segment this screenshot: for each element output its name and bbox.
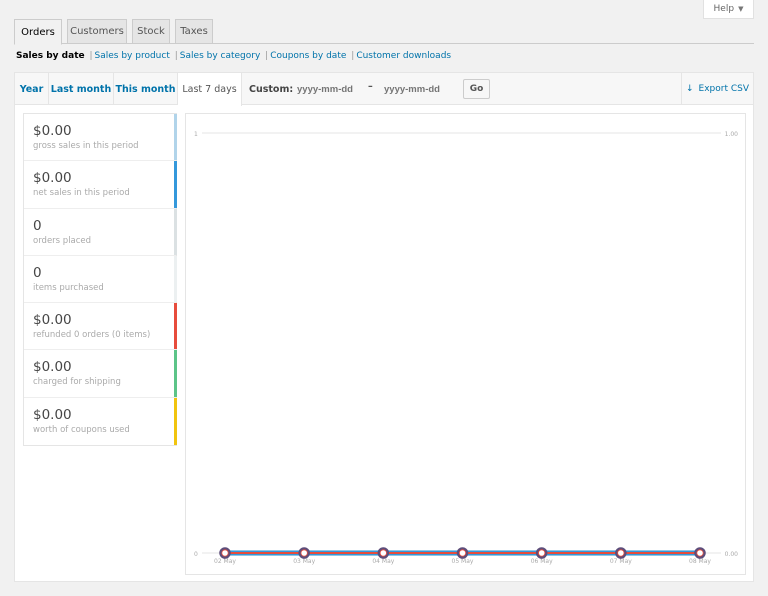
date-range-bar: Year Last month This month Last 7 days C… — [15, 73, 753, 106]
report-tabs: Orders Customers Stock Taxes — [14, 19, 754, 45]
legend-color-stripe — [174, 114, 177, 161]
legend-label: gross sales in this period — [33, 141, 139, 151]
subnav-link-sales-by-product[interactable]: Sales by product — [95, 51, 170, 61]
legend-color-stripe — [174, 397, 177, 446]
separator: | — [174, 51, 178, 61]
legend-item-net-sales[interactable]: $0.00 net sales in this period — [24, 161, 177, 209]
x-tick-label: 04 May — [372, 558, 394, 565]
legend-label: charged for shipping — [33, 377, 121, 388]
go-button[interactable]: Go — [463, 79, 490, 99]
x-tick-label: 03 May — [293, 558, 315, 565]
range-last-7-days[interactable]: Last 7 days — [178, 73, 242, 106]
legend-item-shipping[interactable]: $0.00 charged for shipping — [24, 350, 177, 398]
legend-value: $0.00 — [33, 170, 72, 187]
report-panel: Year Last month This month Last 7 days C… — [14, 72, 754, 582]
legend-value: $0.00 — [33, 123, 72, 139]
tab-taxes[interactable]: Taxes — [175, 19, 213, 44]
download-arrow-icon: ↓ — [685, 84, 694, 94]
legend-label: orders placed — [33, 235, 92, 246]
x-tick-label: 06 May — [531, 558, 553, 565]
chart-legend: $0.00 gross sales in this period $0.00 n… — [23, 113, 177, 447]
legend-color-stripe — [174, 161, 177, 208]
legend-label: refunded 0 orders (0 items) — [33, 330, 151, 341]
export-csv-button[interactable]: ↓ Export CSV — [681, 73, 753, 105]
start-date-input[interactable] — [297, 81, 363, 97]
y-right-tick-label: 0.00 — [725, 551, 739, 558]
legend-label: worth of coupons used — [33, 424, 130, 435]
legend-value: $0.00 — [33, 359, 72, 376]
legend-item-items-purchased[interactable]: 0 items purchased — [24, 255, 177, 304]
x-tick-label: 05 May — [452, 558, 474, 565]
date-separator: – — [368, 81, 373, 92]
tab-stock[interactable]: Stock — [132, 19, 170, 44]
tab-customers[interactable]: Customers — [67, 19, 127, 44]
subnav-link-coupons-by-date[interactable]: Coupons by date — [270, 51, 346, 61]
legend-item-coupons[interactable]: $0.00 worth of coupons used — [24, 397, 177, 446]
legend-value: $0.00 — [33, 406, 72, 423]
legend-value: $0.00 — [33, 312, 72, 329]
legend-label: items purchased — [33, 282, 104, 293]
help-label: Help — [713, 4, 735, 14]
legend-color-stripe — [174, 350, 177, 397]
legend-item-gross-sales[interactable]: $0.00 gross sales in this period — [24, 114, 177, 162]
custom-range-label: Custom: — [249, 83, 294, 95]
range-last-month[interactable]: Last month — [49, 73, 114, 105]
caret-down-icon: ▼ — [738, 5, 744, 13]
y-left-tick-label: 0 — [194, 551, 198, 558]
subnav-link-sales-by-category[interactable]: Sales by category — [180, 51, 261, 61]
report-subnav: Sales by date | Sales by product | Sales b… — [16, 51, 451, 61]
export-csv-label: Export CSV — [698, 84, 750, 94]
separator: | — [351, 51, 355, 61]
legend-item-refunded[interactable]: $0.00 refunded 0 orders (0 items) — [24, 303, 177, 351]
x-tick-label: 02 May — [214, 558, 236, 565]
subnav-link-customer-downloads[interactable]: Customer downloads — [356, 51, 451, 61]
end-date-input[interactable] — [384, 81, 450, 97]
legend-value: 0 — [33, 217, 42, 234]
sales-chart: 0 0.00 1 1.00 02 May 03 May 04 May 05 May 06 May… — [185, 113, 746, 575]
tab-orders[interactable]: Orders — [14, 19, 62, 45]
legend-label: net sales in this period — [33, 188, 130, 199]
help-button[interactable]: Help ▼ — [703, 0, 754, 19]
legend-item-orders-placed[interactable]: 0 orders placed — [24, 208, 177, 256]
range-this-month[interactable]: This month — [114, 73, 178, 105]
x-tick-label: 07 May — [610, 558, 632, 565]
legend-color-stripe — [174, 208, 177, 255]
y-left-tick-label: 1 — [194, 131, 198, 138]
separator: | — [265, 51, 269, 61]
subnav-current[interactable]: Sales by date — [16, 51, 85, 61]
y-right-tick-label: 1.00 — [725, 131, 739, 138]
legend-value: 0 — [33, 264, 42, 281]
legend-color-stripe — [174, 255, 177, 303]
sales-chart-svg: 0 0.00 1 1.00 02 May 03 May 04 May 05 May 06 May… — [194, 131, 739, 565]
legend-color-stripe — [174, 303, 177, 350]
separator: | — [89, 51, 93, 61]
range-year[interactable]: Year — [15, 73, 49, 105]
x-tick-label: 08 May — [689, 558, 711, 565]
